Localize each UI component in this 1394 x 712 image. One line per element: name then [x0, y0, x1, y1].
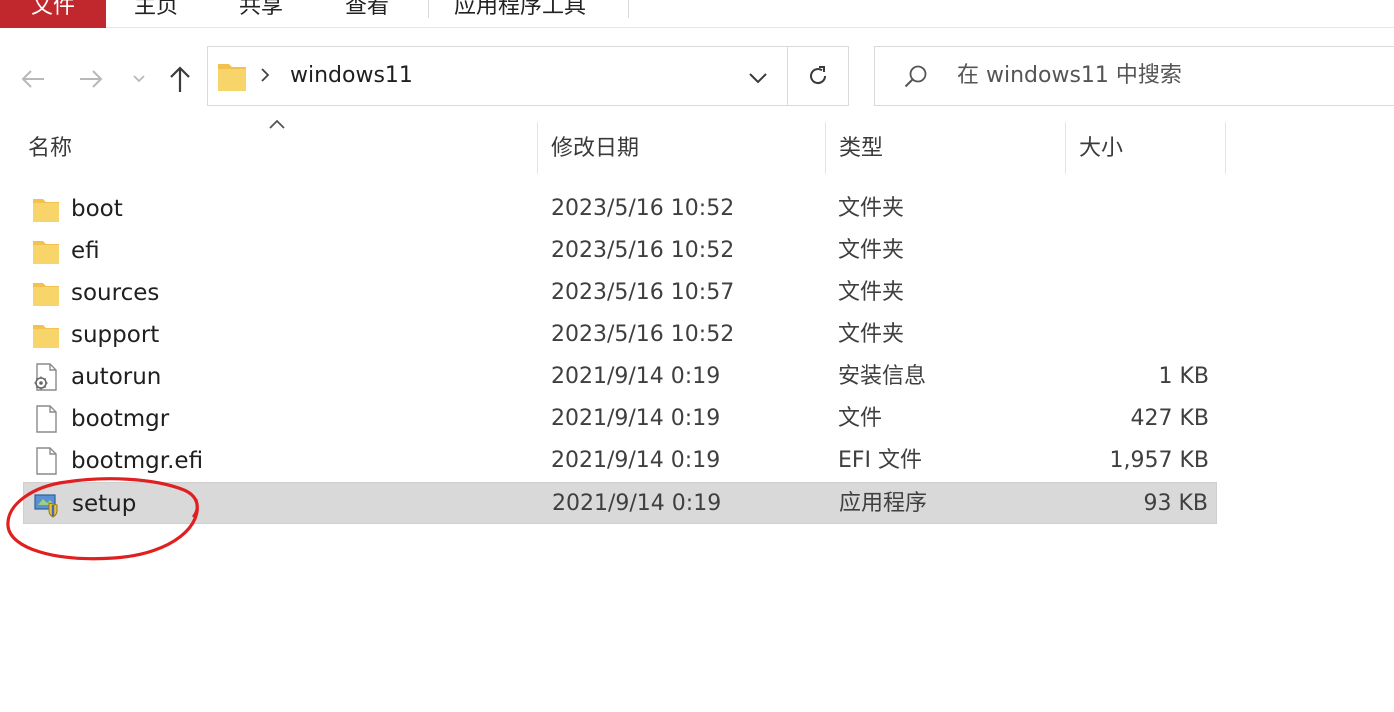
file-type: 文件夹: [838, 280, 905, 305]
tab-view[interactable]: 查看: [345, 0, 389, 28]
file-row[interactable]: sources 2023/5/16 10:57 文件夹: [23, 272, 1217, 314]
arrow-up-icon: [170, 66, 190, 92]
folder-icon: [33, 199, 59, 222]
folder-icon: [218, 64, 246, 91]
file-size: 1,957 KB: [1109, 448, 1210, 473]
file-type: EFI 文件: [838, 448, 923, 473]
arrow-left-icon: [21, 70, 44, 88]
file-name: bootmgr: [71, 406, 170, 432]
ribbon-bar: 文件 主页 共享 查看 应用程序工具: [0, 0, 1394, 28]
file-row[interactable]: boot 2023/5/16 10:52 文件夹: [23, 188, 1217, 230]
file-date: 2021/9/14 0:19: [552, 491, 722, 516]
file-date: 2023/5/16 10:52: [551, 196, 735, 221]
file-type: 文件: [838, 406, 883, 431]
folder-icon: [33, 283, 59, 306]
arrow-right-icon: [80, 70, 103, 88]
file-row-selected[interactable]: setup 2021/9/14 0:19 应用程序 93 KB: [23, 482, 1217, 524]
tab-file[interactable]: 文件: [0, 0, 106, 28]
search-icon: [904, 65, 927, 88]
recent-locations-button[interactable]: [128, 68, 150, 88]
file-name: sources: [71, 280, 160, 306]
file-row[interactable]: autorun 2021/9/14 0:19 安装信息 1 KB: [23, 356, 1217, 398]
file-name: autorun: [71, 364, 162, 390]
address-path: windows11: [290, 63, 413, 88]
forward-button[interactable]: [74, 62, 108, 96]
search-input[interactable]: 在 windows11 中搜索: [957, 60, 1182, 92]
file-name: boot: [71, 196, 123, 222]
file-type: 安装信息: [838, 364, 927, 389]
file-size: 93 KB: [1143, 491, 1208, 516]
file-date: 2023/5/16 10:52: [551, 238, 735, 263]
file-size: 427 KB: [1130, 406, 1209, 431]
file-row[interactable]: bootmgr 2021/9/14 0:19 文件 427 KB: [23, 398, 1217, 440]
column-header-name[interactable]: 名称: [14, 126, 537, 174]
folder-icon: [33, 325, 59, 348]
column-divider[interactable]: [1225, 122, 1226, 174]
file-name: efi: [71, 238, 100, 264]
chevron-down-icon[interactable]: [748, 71, 768, 85]
file-date: 2021/9/14 0:19: [551, 406, 721, 431]
file-date: 2023/5/16 10:52: [551, 322, 735, 347]
file-date: 2023/5/16 10:57: [551, 280, 735, 305]
file-row[interactable]: efi 2023/5/16 10:52 文件夹: [23, 230, 1217, 272]
search-box[interactable]: 在 windows11 中搜索: [874, 46, 1394, 106]
tab-home[interactable]: 主页: [134, 0, 178, 28]
up-button[interactable]: [163, 62, 197, 96]
column-header-size[interactable]: 大小: [1065, 126, 1225, 174]
settings-file-icon: [34, 363, 57, 391]
back-button[interactable]: [16, 62, 50, 96]
file-type: 文件夹: [838, 196, 905, 221]
file-date: 2021/9/14 0:19: [551, 448, 721, 473]
refresh-button[interactable]: [787, 46, 849, 106]
refresh-icon: [810, 66, 827, 85]
file-row[interactable]: bootmgr.efi 2021/9/14 0:19 EFI 文件 1,957 …: [23, 440, 1217, 482]
chevron-right-icon: [261, 68, 270, 82]
file-row[interactable]: support 2023/5/16 10:52 文件夹: [23, 314, 1217, 356]
column-header-date[interactable]: 修改日期: [537, 126, 825, 174]
ribbon-divider: [428, 0, 429, 18]
file-date: 2021/9/14 0:19: [551, 364, 721, 389]
tab-app-tools[interactable]: 应用程序工具: [454, 0, 586, 28]
file-type: 应用程序: [839, 491, 928, 516]
setup-app-icon: [34, 494, 58, 518]
column-header-type[interactable]: 类型: [825, 126, 1065, 174]
ribbon-divider: [628, 0, 629, 18]
file-name: setup: [72, 491, 137, 517]
file-icon: [36, 405, 57, 433]
file-type: 文件夹: [838, 322, 905, 347]
folder-icon: [33, 241, 59, 264]
tab-share[interactable]: 共享: [239, 0, 283, 28]
address-bar[interactable]: windows11: [207, 46, 787, 106]
file-name: support: [71, 322, 160, 348]
file-name: bootmgr.efi: [71, 448, 204, 474]
file-size: 1 KB: [1158, 364, 1209, 389]
file-type: 文件夹: [838, 238, 905, 263]
chevron-down-icon: [133, 75, 145, 83]
file-icon: [36, 447, 57, 475]
